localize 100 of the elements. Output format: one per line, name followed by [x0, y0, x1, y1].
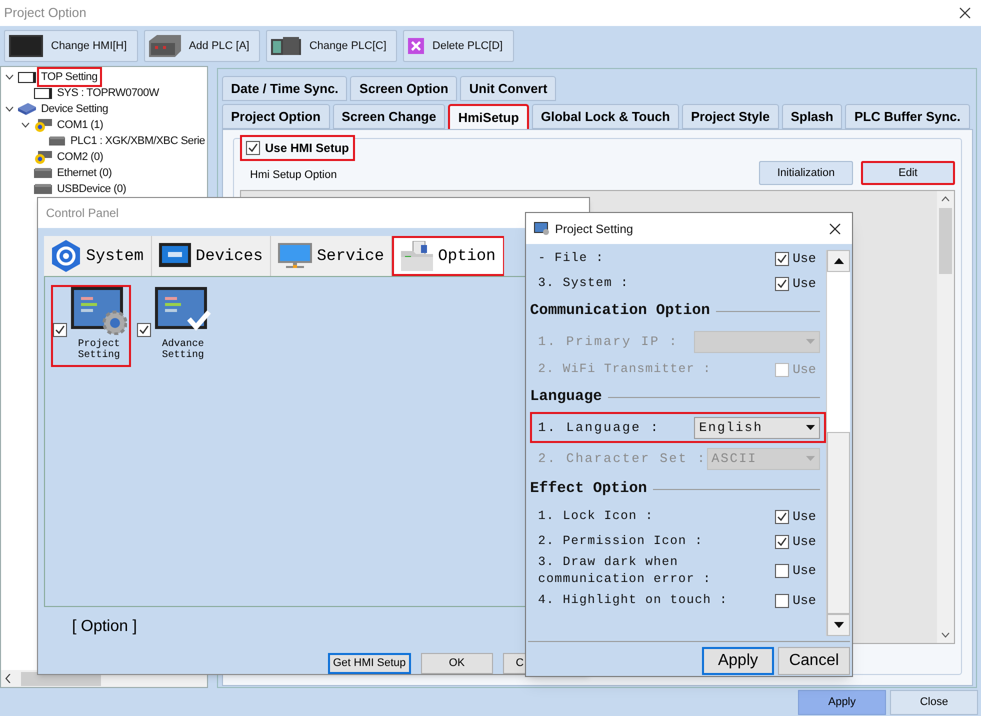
setting-label: 1. Lock Icon : — [538, 508, 655, 525]
scrollbar[interactable] — [826, 250, 850, 636]
checkbox-label: Use — [792, 274, 816, 293]
checkbox-label: Use — [792, 508, 816, 526]
checkbox[interactable] — [53, 322, 67, 337]
tree-item[interactable]: USBDevice (0) — [55, 180, 128, 198]
folder-icon — [401, 240, 434, 271]
tab[interactable]: Option — [392, 236, 504, 276]
dropdown-caret-icon — [806, 425, 815, 430]
checkbox[interactable] — [774, 594, 789, 608]
setting-label: 2. Character Set : — [538, 450, 707, 468]
setting-label: 3. Draw dark when communication error : — [538, 554, 712, 588]
close-icon[interactable] — [829, 222, 841, 234]
port-icon — [34, 150, 52, 164]
toolbar-button[interactable]: Change HMI[H] — [4, 30, 138, 62]
footer-button[interactable]: Close — [890, 690, 978, 714]
tree-item[interactable]: PLC1 : XGK/XBM/XBC Serie — [68, 132, 207, 150]
dialog-title: Project Setting — [555, 220, 634, 238]
checkbox[interactable] — [137, 322, 151, 337]
monitor-icon — [18, 72, 36, 82]
checkbox-label: Use — [792, 562, 816, 580]
setting-label: 2. WiFi Transmitter : — [538, 361, 712, 378]
dropdown[interactable]: English — [694, 416, 820, 438]
network-icon — [18, 102, 36, 116]
tab[interactable]: Project Option — [222, 104, 330, 129]
toolbar-button[interactable]: Change PLC[C] — [266, 30, 398, 62]
tree-item[interactable]: SYS : TOPRW0700W — [55, 84, 161, 102]
toolbar-button[interactable]: Add PLC [A] — [144, 30, 260, 62]
tab[interactable]: Global Lock & Touch — [532, 104, 679, 129]
dropdown-caret-icon — [806, 456, 815, 461]
close-icon[interactable] — [959, 7, 971, 19]
item-label[interactable]: Project Setting — [74, 338, 124, 361]
setting-label: 1. Language : — [538, 418, 661, 437]
checkbox[interactable] — [774, 564, 789, 578]
dialog-button[interactable]: OK — [420, 653, 493, 674]
item-label[interactable]: Advance Setting — [158, 338, 208, 361]
dialog-title: Control Panel — [46, 204, 119, 222]
dropdown-caret-icon — [806, 339, 815, 344]
tree-item[interactable]: TOP Setting — [39, 68, 100, 86]
tab[interactable]: PLC Buffer Sync. — [845, 104, 970, 129]
tab[interactable]: Splash — [782, 104, 842, 129]
checkbox-label: Use — [792, 250, 816, 268]
setting-label: 3. System : — [538, 275, 630, 292]
checkbox[interactable] — [246, 141, 260, 155]
toolbar-button[interactable]: Delete PLC[D] — [403, 30, 514, 62]
tab[interactable]: System — [44, 236, 152, 276]
scroll-down-icon[interactable] — [834, 622, 844, 628]
expander-icon[interactable] — [5, 74, 15, 80]
dialog-button[interactable]: Cancel — [778, 647, 850, 675]
monitor-icon — [158, 242, 191, 269]
checkbox-label: Use — [792, 360, 816, 379]
action-button[interactable]: Edit — [861, 161, 955, 185]
checkbox-label: Use — [792, 532, 816, 551]
scroll-left-icon[interactable] — [5, 674, 11, 683]
checkbox[interactable] — [774, 510, 789, 524]
checkbox[interactable] — [774, 534, 789, 548]
window-title: Project Option — [4, 4, 86, 22]
setting-label: 1. Primary IP : — [538, 332, 680, 351]
tree-item[interactable]: COM2 (0) — [55, 148, 106, 166]
device-icon — [34, 184, 52, 194]
gear-icon — [51, 240, 81, 272]
delete-icon — [408, 38, 424, 54]
tab[interactable]: Unit Convert — [460, 76, 556, 101]
scroll-down-icon[interactable] — [941, 632, 950, 638]
device-icon — [49, 136, 66, 146]
tab[interactable]: Screen Option — [350, 76, 458, 101]
tab[interactable]: Screen Change — [332, 104, 446, 129]
tab[interactable]: HmiSetup — [448, 104, 529, 129]
scroll-thumb[interactable] — [939, 208, 952, 274]
tab[interactable]: Date / Time Sync. — [222, 76, 348, 101]
tab[interactable]: Project Style — [682, 104, 779, 129]
settings-screen-icon — [534, 222, 549, 235]
checkbox-label: Use — [792, 592, 816, 610]
section-heading: Effect Option — [530, 478, 648, 499]
dialog-button[interactable]: Apply — [702, 647, 774, 675]
checkbox[interactable] — [774, 276, 789, 290]
settings-screen-icon — [71, 286, 127, 335]
tab[interactable]: Devices — [152, 236, 271, 276]
monitor-icon — [9, 35, 43, 57]
action-button[interactable]: Initialization — [759, 161, 853, 185]
expander-icon[interactable] — [5, 106, 15, 112]
section-heading: Language — [530, 386, 602, 407]
setting-label: - File : — [538, 250, 606, 267]
checkbox[interactable] — [774, 252, 789, 266]
checkbox-label: Use HMI Setup — [265, 140, 350, 157]
tree-item[interactable]: COM1 (1) — [55, 116, 106, 134]
setting-label: 4. Highlight on touch : — [538, 592, 729, 609]
scroll-up-icon[interactable] — [834, 258, 844, 264]
tree-item[interactable]: Ethernet (0) — [55, 164, 114, 182]
device-icon — [34, 168, 52, 178]
device-icon — [271, 37, 302, 55]
dialog-button[interactable]: Get HMI Setup — [328, 653, 411, 674]
section-heading: Communication Option — [530, 300, 710, 321]
tab[interactable]: Service — [270, 236, 392, 276]
scroll-up-icon[interactable] — [941, 196, 950, 202]
tree-item[interactable]: Device Setting — [39, 100, 110, 118]
group-caption: Hmi Setup Option — [250, 168, 337, 182]
expander-icon[interactable] — [21, 122, 31, 128]
footer-button[interactable]: Apply — [798, 690, 886, 714]
monitor-icon — [278, 242, 312, 269]
